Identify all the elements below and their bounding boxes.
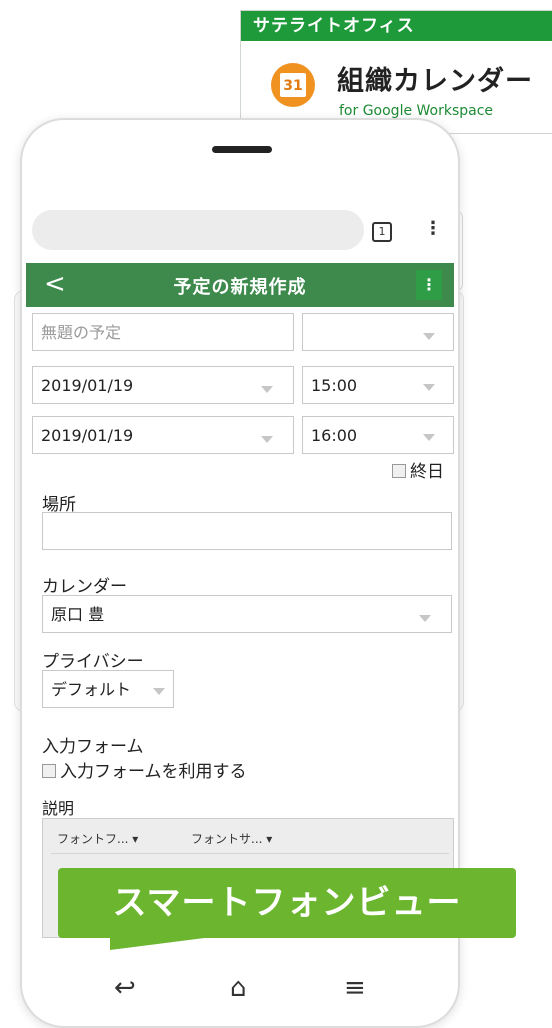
font-size-dropdown[interactable]: フォントサ... ▾ — [191, 830, 272, 847]
page-title: 予定の新規作成 — [173, 277, 307, 298]
home-icon[interactable]: ⌂ — [230, 973, 247, 1003]
start-date-select[interactable]: 2019/01/19 — [32, 366, 294, 404]
address-bar[interactable] — [32, 210, 364, 250]
checkbox-box[interactable] — [392, 464, 406, 478]
start-time-value: 15:00 — [311, 376, 358, 395]
use-input-form-checkbox[interactable]: 入力フォームを利用する — [42, 757, 247, 782]
end-time-value: 16:00 — [311, 426, 358, 445]
chevron-down-icon — [261, 436, 273, 443]
privacy-value: デフォルト — [51, 680, 132, 699]
checkbox-box[interactable] — [42, 764, 56, 778]
chevron-down-icon — [423, 384, 435, 391]
chevron-down-icon — [153, 688, 165, 695]
chevron-down-icon — [261, 386, 273, 393]
tab-count-button[interactable]: 1 — [372, 222, 392, 242]
event-title-input[interactable]: 無題の予定 — [32, 313, 294, 351]
font-family-dropdown[interactable]: フォントフ... ▾ — [57, 830, 138, 847]
calendar-select[interactable]: 原口 豊 — [42, 595, 452, 633]
logo-brand-bar: サテライトオフィス — [241, 11, 552, 41]
location-input[interactable] — [42, 512, 452, 550]
calendar-icon: 31 — [271, 63, 315, 107]
calendar-value: 原口 豊 — [51, 605, 105, 624]
event-type-select[interactable] — [302, 313, 454, 351]
input-form-label: 入力フォーム — [42, 737, 144, 757]
start-date-value: 2019/01/19 — [41, 376, 134, 395]
use-input-form-label: 入力フォームを利用する — [60, 762, 247, 782]
chevron-down-icon — [419, 615, 431, 622]
smartphone-view-banner: スマートフォンビュー — [58, 868, 516, 938]
start-time-select[interactable]: 15:00 — [302, 366, 454, 404]
back-icon[interactable]: ↩ — [114, 973, 136, 1003]
logo-subtitle: for Google Workspace — [339, 103, 494, 119]
end-date-value: 2019/01/19 — [41, 426, 134, 445]
banner-text: スマートフォンビュー — [112, 883, 462, 923]
app-header: < 予定の新規作成 ⋮ — [26, 263, 454, 307]
end-time-select[interactable]: 16:00 — [302, 416, 454, 454]
all-day-label: 終日 — [410, 462, 444, 482]
product-logo: サテライトオフィス 31 組織カレンダー for Google Workspac… — [240, 10, 552, 134]
phone-speaker — [212, 146, 272, 153]
all-day-checkbox[interactable]: 終日 — [392, 457, 444, 482]
calendar-icon-day: 31 — [280, 73, 306, 97]
privacy-select[interactable]: デフォルト — [42, 670, 174, 708]
end-date-select[interactable]: 2019/01/19 — [32, 416, 294, 454]
banner-pointer — [110, 936, 220, 950]
privacy-label: プライバシー — [42, 652, 144, 672]
system-nav-bar: ↩ ⌂ ≡ — [26, 965, 454, 1015]
browser-menu-icon[interactable]: ⋮ — [424, 218, 442, 239]
menu-icon[interactable]: ≡ — [344, 973, 366, 1003]
logo-product-name: 組織カレンダー — [337, 66, 533, 97]
chevron-down-icon — [423, 434, 435, 441]
description-label: 説明 — [42, 799, 75, 818]
header-menu-button[interactable]: ⋮ — [416, 270, 442, 300]
calendar-label: カレンダー — [42, 577, 127, 597]
chevron-down-icon — [423, 333, 435, 340]
